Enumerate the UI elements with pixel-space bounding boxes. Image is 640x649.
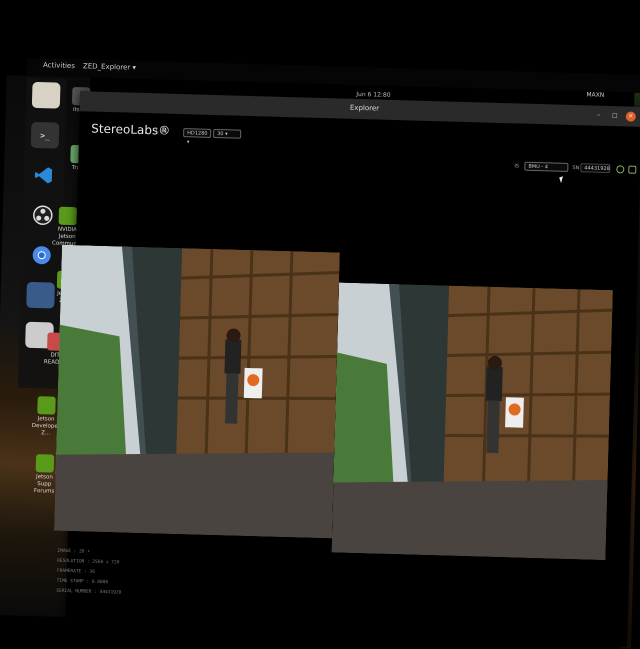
- window-titlebar: Jun 6 12:80 MAXN Explorer – □ ×: [79, 91, 640, 127]
- view-label: IS: [514, 163, 520, 170]
- app-menu[interactable]: ZED_Explorer ▾: [83, 62, 136, 71]
- nvidia-icon: [58, 206, 78, 226]
- clock[interactable]: Jun 6 12:80: [356, 91, 390, 99]
- resolution-value: HD1280 ▾: [186, 130, 208, 146]
- serial-field[interactable]: 44431928: [580, 163, 611, 174]
- minimize-icon[interactable]: –: [594, 111, 604, 121]
- vscode-icon[interactable]: [30, 162, 59, 189]
- view-mode-value: BMU - 4: [528, 163, 549, 171]
- maximize-icon[interactable]: □: [610, 111, 620, 121]
- activities-button[interactable]: Activities: [43, 61, 75, 70]
- fps-value: 30 ▾: [217, 131, 228, 138]
- left-camera-view[interactable]: [54, 244, 340, 539]
- right-camera-view[interactable]: [331, 282, 613, 561]
- photographed-screen: Activities ZED_Explorer ▾ >_ itsbot Tras…: [0, 0, 640, 649]
- serial-label: SN: [572, 164, 580, 172]
- window-title: Explorer: [349, 103, 380, 113]
- mouse-cursor-icon: [559, 176, 565, 184]
- desktop-icon-label: Jetson Supp Forums: [33, 474, 55, 495]
- version-label: 1.1.0: [155, 129, 167, 135]
- view-mode-select[interactable]: BMU - 4: [524, 161, 569, 172]
- top-bar: Activities ZED_Explorer ▾: [26, 57, 640, 94]
- record-icon[interactable]: [616, 165, 625, 174]
- power-mode[interactable]: MAXN: [586, 91, 604, 98]
- fps-select[interactable]: 30 ▾: [213, 128, 242, 139]
- nvidia-icon: [37, 396, 56, 415]
- files-icon[interactable]: [31, 81, 61, 109]
- settings-icon[interactable]: [628, 165, 637, 174]
- serial-value: 44431928: [584, 165, 610, 173]
- info-line: SERIAL NUMBER : 44431928: [56, 588, 122, 596]
- nvidia-icon: [35, 454, 55, 473]
- close-icon[interactable]: ×: [625, 111, 636, 122]
- terminal-icon[interactable]: >_: [30, 121, 60, 149]
- resolution-select[interactable]: HD1280 ▾: [183, 128, 212, 145]
- explorer-window: Jun 6 12:80 MAXN Explorer – □ × StereoLa…: [54, 91, 640, 647]
- info-overlay: IMAGE : 2D • RESOLUTION : 2560 x 720 FRA…: [56, 547, 122, 599]
